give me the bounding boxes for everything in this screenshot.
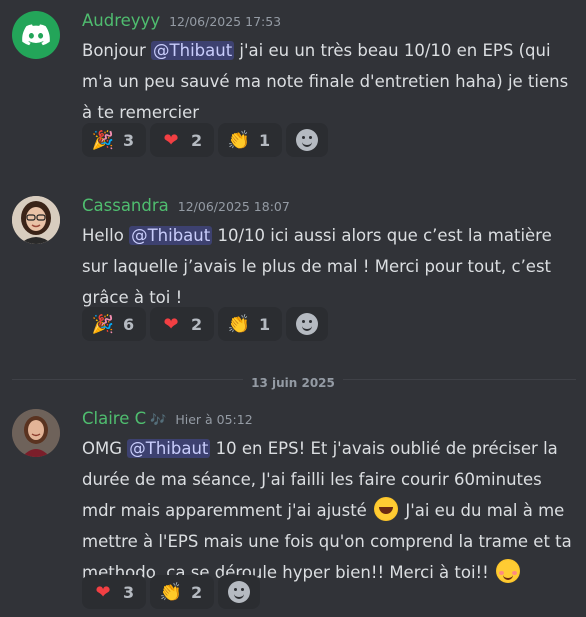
add-reaction-icon: [296, 129, 318, 151]
timestamp: 12/06/2025 17:53: [169, 14, 282, 29]
user-photo-icon: [12, 409, 60, 457]
party-popper-icon: 🎉: [91, 313, 115, 335]
reaction-count: 2: [191, 130, 203, 150]
rofl-emoji-icon: [374, 497, 399, 521]
username[interactable]: Claire C: [82, 409, 146, 428]
message-header: Audreyyy 12/06/2025 17:53: [82, 11, 281, 33]
add-reaction-button[interactable]: [218, 575, 260, 609]
reaction-heart[interactable]: ❤ 2: [150, 123, 214, 157]
message-content: OMG @Thibaut 10 en EPS! Et j'avais oubli…: [82, 433, 572, 588]
reaction-heart[interactable]: ❤ 3: [82, 575, 146, 609]
heart-icon: ❤: [163, 129, 179, 151]
reaction-count: 2: [191, 314, 203, 334]
music-notes-icon: 🎶: [150, 413, 167, 428]
user-mention[interactable]: @Thibaut: [151, 41, 235, 60]
avatar[interactable]: [12, 11, 60, 59]
user-mention[interactable]: @Thibaut: [129, 226, 213, 245]
add-reaction-button[interactable]: [286, 307, 328, 341]
message-content: Hello @Thibaut 10/10 ici aussi alors que…: [82, 220, 572, 313]
avatar[interactable]: [12, 196, 60, 244]
reaction-clap[interactable]: 👏 1: [218, 123, 282, 157]
clapping-hands-icon: 👏: [227, 313, 251, 335]
user-photo-icon: [12, 196, 60, 244]
date-divider: 13 juin 2025: [0, 372, 586, 391]
reactions-bar: ❤ 3 👏 2: [82, 575, 260, 609]
reaction-count: 3: [123, 130, 135, 150]
reaction-party-popper[interactable]: 🎉 6: [82, 307, 146, 341]
party-popper-icon: 🎉: [91, 129, 115, 151]
reaction-count: 6: [123, 314, 135, 334]
message-text: Hello: [82, 226, 130, 245]
timestamp: 12/06/2025 18:07: [177, 199, 290, 214]
message-header: Claire C 🎶 Hier à 05:12: [82, 409, 253, 431]
smiling-face-emoji-icon: [496, 559, 521, 583]
reaction-count: 1: [259, 130, 271, 150]
reactions-bar: 🎉 6 ❤ 2 👏 1: [82, 307, 328, 341]
reaction-party-popper[interactable]: 🎉 3: [82, 123, 146, 157]
date-divider-label: 13 juin 2025: [243, 376, 343, 390]
discord-logo-icon: [22, 24, 50, 46]
username[interactable]: Cassandra: [82, 196, 169, 215]
reaction-count: 2: [191, 582, 203, 602]
user-mention[interactable]: @Thibaut: [127, 439, 211, 458]
username[interactable]: Audreyyy: [82, 11, 160, 30]
reactions-bar: 🎉 3 ❤ 2 👏 1: [82, 123, 328, 157]
reaction-heart[interactable]: ❤ 2: [150, 307, 214, 341]
add-reaction-button[interactable]: [286, 123, 328, 157]
reaction-count: 3: [123, 582, 135, 602]
clapping-hands-icon: 👏: [227, 129, 251, 151]
add-reaction-icon: [296, 313, 318, 335]
reaction-clap[interactable]: 👏 1: [218, 307, 282, 341]
message-text: Bonjour: [82, 41, 152, 60]
reaction-clap[interactable]: 👏 2: [150, 575, 214, 609]
message-content: Bonjour @Thibaut j'ai eu un très beau 10…: [82, 35, 572, 128]
message-text: OMG: [82, 439, 128, 458]
avatar[interactable]: [12, 409, 60, 457]
heart-icon: ❤: [95, 581, 111, 603]
add-reaction-icon: [228, 581, 250, 603]
message-header: Cassandra 12/06/2025 18:07: [82, 196, 290, 218]
clapping-hands-icon: 👏: [159, 581, 183, 603]
timestamp: Hier à 05:12: [175, 412, 253, 427]
heart-icon: ❤: [163, 313, 179, 335]
reaction-count: 1: [259, 314, 271, 334]
